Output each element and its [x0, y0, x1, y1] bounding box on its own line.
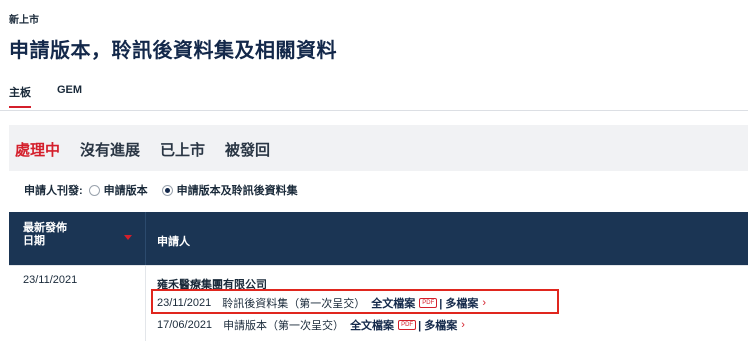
column-divider	[145, 265, 146, 341]
radio-application-and-phip[interactable]: 申請版本及聆訊後資料集	[161, 182, 298, 198]
publication-filter: 申請人刊發: 申請版本 申請版本及聆訊後資料集	[24, 182, 312, 198]
header-date-line1: 最新發佈	[23, 222, 67, 234]
radio-label: 申請版本	[103, 185, 148, 197]
tab-listed[interactable]: 已上市	[160, 139, 205, 160]
header-date-line2: 日期	[23, 235, 45, 247]
tab-processing[interactable]: 處理中	[15, 139, 60, 160]
tab-inactive[interactable]: 沒有進展	[80, 139, 140, 160]
row-release-date: 23/11/2021	[23, 274, 78, 286]
sort-down-icon[interactable]	[124, 235, 132, 240]
column-header-date[interactable]: 最新發佈 日期	[23, 222, 103, 248]
multi-files-link[interactable]: | 多檔案	[418, 317, 457, 333]
status-tabs: 處理中 沒有進展 已上市 被發回	[15, 139, 270, 160]
page-title: 申請版本，聆訊後資料集及相關資料	[9, 40, 337, 62]
column-header-applicant: 申請人	[157, 236, 190, 248]
filter-label: 申請人刊發:	[24, 185, 83, 197]
divider	[0, 110, 748, 111]
radio-circle-icon[interactable]	[88, 184, 100, 196]
radio-selected-icon[interactable]	[161, 184, 173, 196]
tab-main-board[interactable]: 主板	[9, 84, 31, 108]
breadcrumb[interactable]: 新上市	[9, 11, 39, 26]
document-date: 17/06/2021	[157, 319, 213, 331]
tab-gem[interactable]: GEM	[57, 84, 82, 108]
header-separator	[145, 212, 146, 265]
highlight-box	[151, 289, 559, 314]
board-tabs: 主板 GEM	[9, 84, 82, 108]
full-document-link[interactable]: 全文檔案	[350, 317, 394, 333]
document-entry: 17/06/2021 申請版本（第一次呈交） 全文檔案 PDF | 多檔案 ›	[157, 317, 465, 333]
chevron-right-icon[interactable]: ›	[461, 319, 465, 331]
pdf-icon[interactable]: PDF	[398, 320, 417, 330]
row-divider	[9, 265, 748, 266]
tab-returned[interactable]: 被發回	[225, 139, 270, 160]
document-title: 申請版本（第一次呈交）	[223, 320, 345, 332]
radio-application-proof[interactable]: 申請版本	[88, 182, 148, 198]
radio-label: 申請版本及聆訊後資料集	[176, 185, 298, 197]
table-header: 最新發佈 日期 申請人	[9, 212, 748, 265]
